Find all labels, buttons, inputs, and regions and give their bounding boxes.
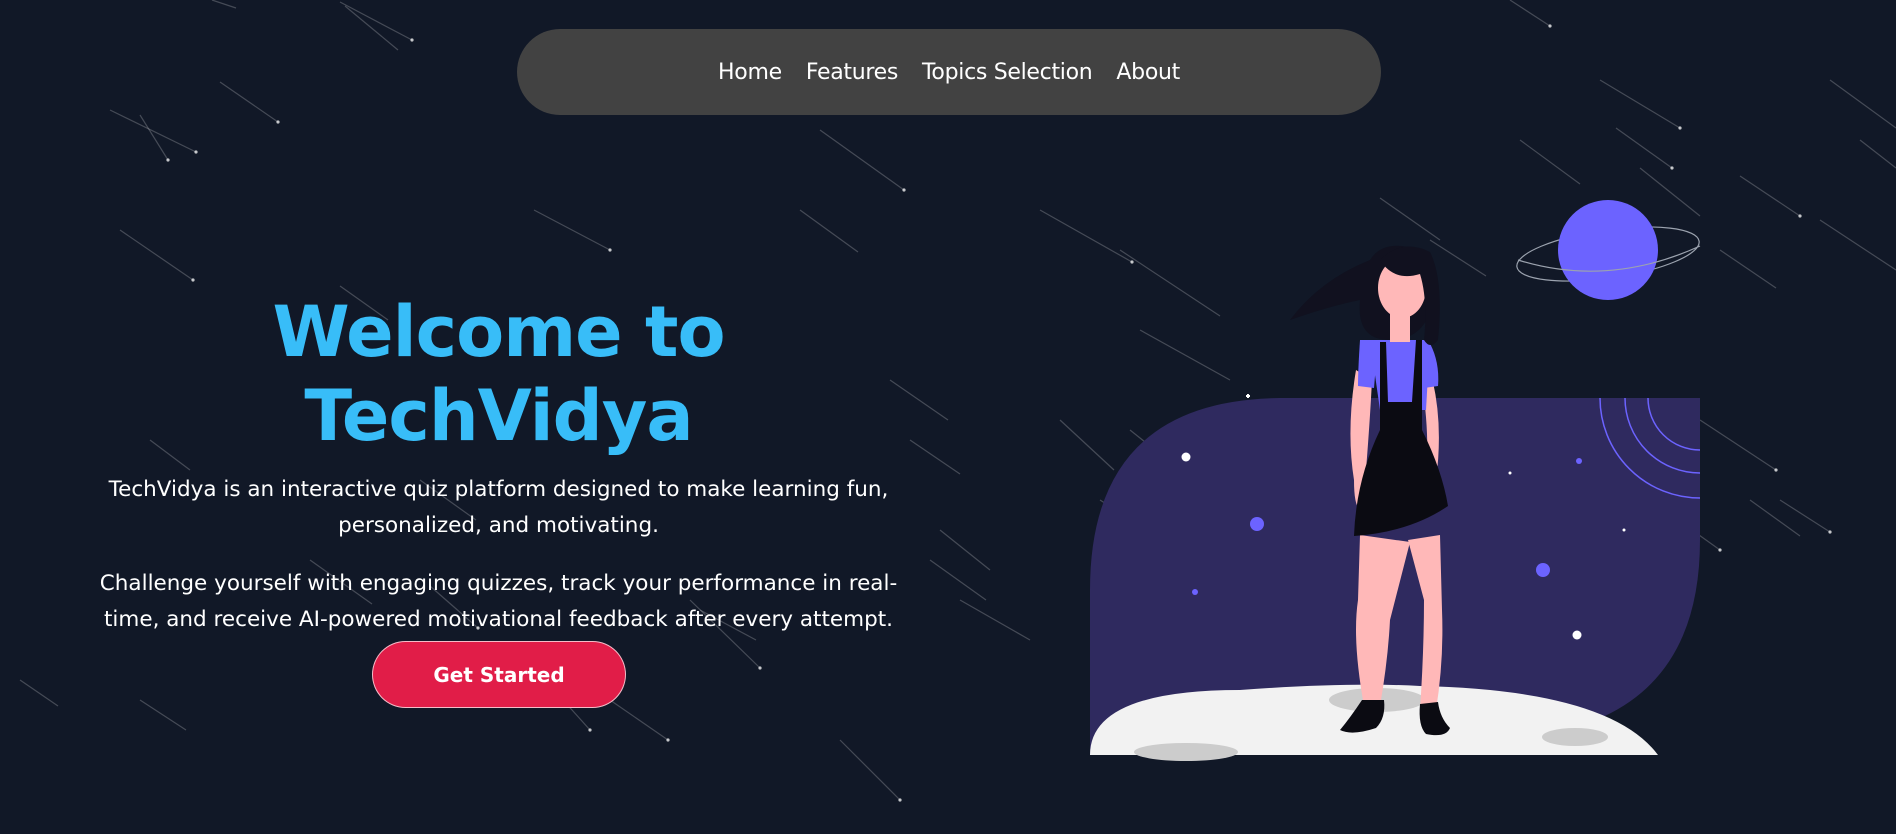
top-nav: Home Features Topics Selection About xyxy=(517,29,1381,115)
nav-topics-selection[interactable]: Topics Selection xyxy=(922,60,1093,85)
nav-home[interactable]: Home xyxy=(718,60,782,85)
nav-features[interactable]: Features xyxy=(806,60,899,85)
nav-about[interactable]: About xyxy=(1116,60,1180,85)
planet-icon xyxy=(1516,200,1701,300)
get-started-button[interactable]: Get Started xyxy=(372,641,626,708)
hero-description-1: TechVidya is an interactive quiz platfor… xyxy=(108,477,889,538)
hero-description-2: Challenge yourself with engaging quizzes… xyxy=(99,571,898,632)
hero-text: Welcome to TechVidya TechVidya is an int… xyxy=(70,290,927,638)
page-title: Welcome to TechVidya xyxy=(272,291,725,457)
girl-on-moon-illustration xyxy=(1090,200,1701,761)
